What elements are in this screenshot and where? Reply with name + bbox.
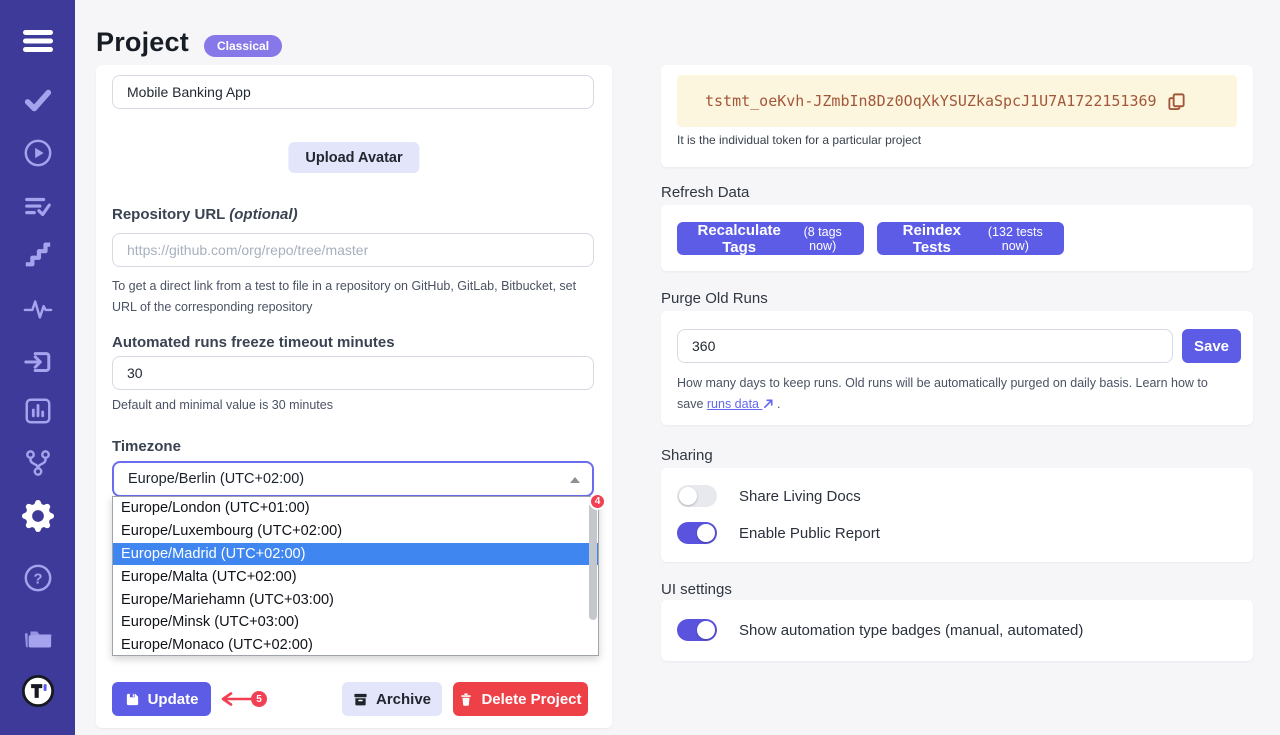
refresh-data-card: Recalculate Tags (8 tags now) Reindex Te…: [661, 205, 1253, 271]
optional-note: (optional): [229, 206, 297, 223]
dropdown-scrollbar[interactable]: [589, 502, 597, 620]
timezone-dropdown: Europe/London (UTC+01:00) Europe/Luxembo…: [112, 496, 599, 656]
toggle-label: Show automation type badges (manual, aut…: [739, 622, 1083, 639]
timezone-option[interactable]: Europe/Malta (UTC+02:00): [113, 565, 598, 588]
projects-folders-icon[interactable]: [21, 622, 55, 656]
page-title: Project: [96, 27, 189, 58]
toggle-label: Share Living Docs: [739, 488, 861, 505]
tests-count: (132 tests now): [981, 225, 1050, 253]
project-form-card: Upload Avatar Repository URL (optional) …: [96, 65, 612, 728]
project-token: tstmt_oeKvh-JZmbIn8Dz0OqXkYSUZkaSpcJ1U7A…: [705, 92, 1157, 110]
refresh-data-heading: Refresh Data: [661, 184, 749, 201]
external-link-icon: [763, 395, 774, 416]
enable-public-report-toggle[interactable]: [677, 522, 717, 544]
timezone-label: Timezone: [112, 438, 181, 455]
repository-url-input[interactable]: [112, 233, 594, 267]
purge-old-runs-heading: Purge Old Runs: [661, 290, 768, 307]
runs-data-link[interactable]: runs data: [707, 397, 774, 411]
purge-old-runs-card: Save How many days to keep runs. Old run…: [661, 311, 1253, 425]
ui-settings-card: Show automation type badges (manual, aut…: [661, 600, 1253, 661]
settings-gear-icon[interactable]: [21, 499, 55, 533]
sharing-card: Share Living Docs Enable Public Report: [661, 468, 1253, 562]
timezone-option[interactable]: Europe/London (UTC+01:00): [113, 497, 598, 520]
toggle-knob: [697, 621, 715, 639]
analytics-chart-icon[interactable]: [21, 394, 55, 428]
tags-count: (8 tags now): [795, 225, 850, 253]
repository-url-help: To get a direct link from a test to file…: [112, 276, 594, 318]
help-icon[interactable]: ?: [21, 561, 55, 595]
automation-badges-row: Show automation type badges (manual, aut…: [677, 618, 1083, 642]
timezone-option[interactable]: Europe/Luxembourg (UTC+02:00): [113, 520, 598, 543]
share-living-docs-row: Share Living Docs: [677, 484, 861, 508]
svg-text:?: ?: [33, 571, 42, 588]
token-card: tstmt_oeKvh-JZmbIn8Dz0OqXkYSUZkaSpcJ1U7A…: [661, 65, 1253, 167]
trash-icon: [459, 692, 473, 707]
steps-icon[interactable]: [21, 237, 55, 271]
ui-settings-heading: UI settings: [661, 581, 732, 598]
update-button[interactable]: Update: [112, 682, 211, 716]
timezone-option[interactable]: Europe/Minsk (UTC+03:00): [113, 611, 598, 634]
reindex-tests-button[interactable]: Reindex Tests (132 tests now): [877, 222, 1064, 255]
sidebar: ?: [0, 0, 75, 735]
delete-project-button[interactable]: Delete Project: [453, 682, 588, 716]
toggle-knob: [679, 487, 697, 505]
archive-box-icon: [353, 692, 368, 707]
recalculate-tags-button[interactable]: Recalculate Tags (8 tags now): [677, 222, 864, 255]
timezone-select[interactable]: Europe/Berlin (UTC+02:00): [112, 461, 594, 497]
sign-in-icon[interactable]: [21, 345, 55, 379]
plans-list-check-icon[interactable]: [21, 190, 55, 224]
purge-help-text: How many days to keep runs. Old runs wil…: [677, 373, 1237, 416]
upload-avatar-button[interactable]: Upload Avatar: [288, 142, 419, 173]
logo[interactable]: [21, 674, 55, 708]
token-help-text: It is the individual token for a particu…: [677, 133, 921, 147]
automation-badges-toggle[interactable]: [677, 619, 717, 641]
project-name-input[interactable]: [112, 75, 594, 109]
branches-icon[interactable]: [21, 446, 55, 480]
archive-button[interactable]: Archive: [342, 682, 442, 716]
freeze-timeout-input[interactable]: [112, 356, 594, 390]
timezone-option[interactable]: Europe/Mariehamn (UTC+03:00): [113, 588, 598, 611]
save-floppy-icon: [125, 692, 140, 707]
timezone-selected-value: Europe/Berlin (UTC+02:00): [128, 471, 304, 487]
menu-icon[interactable]: [21, 24, 55, 58]
save-button[interactable]: Save: [1182, 329, 1241, 363]
freeze-timeout-help: Default and minimal value is 30 minutes: [112, 395, 333, 416]
chevron-up-icon: [570, 477, 580, 483]
sharing-heading: Sharing: [661, 447, 713, 464]
enable-public-report-row: Enable Public Report: [677, 521, 880, 545]
share-living-docs-toggle[interactable]: [677, 485, 717, 507]
annotation-badge-4: 4: [589, 493, 606, 510]
form-actions: Update Archive Delete Project: [96, 682, 612, 716]
freeze-timeout-label: Automated runs freeze timeout minutes: [112, 334, 395, 351]
runs-play-icon[interactable]: [21, 136, 55, 170]
toggle-label: Enable Public Report: [739, 525, 880, 542]
timezone-option-highlighted[interactable]: Europe/Madrid (UTC+02:00): [113, 543, 598, 566]
pulse-icon[interactable]: [21, 292, 55, 326]
timezone-option[interactable]: Europe/Monaco (UTC+02:00): [113, 634, 598, 656]
toggle-knob: [697, 524, 715, 542]
classical-badge: Classical: [204, 35, 282, 57]
purge-days-input[interactable]: [677, 329, 1173, 363]
annotation-badge-5: 5: [251, 691, 267, 707]
tests-check-icon[interactable]: [21, 84, 55, 118]
project-settings-page: ? Project Classical Upload Avatar Reposi…: [0, 0, 1280, 735]
repository-url-label: Repository URL (optional): [112, 206, 298, 223]
token-box: tstmt_oeKvh-JZmbIn8Dz0OqXkYSUZkaSpcJ1U7A…: [677, 75, 1237, 127]
copy-icon[interactable]: [1167, 92, 1186, 111]
